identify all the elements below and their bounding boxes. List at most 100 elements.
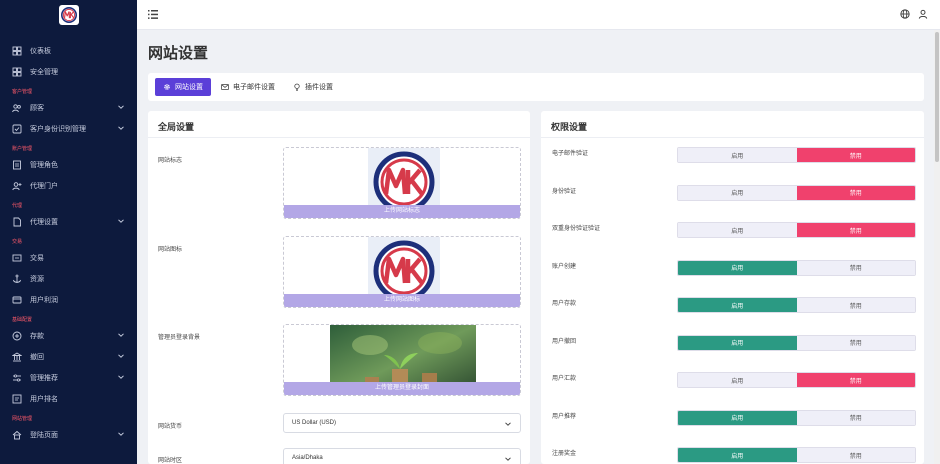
bulb-icon xyxy=(294,83,300,91)
tab-label: 插件设置 xyxy=(305,84,333,91)
disable-option[interactable]: 禁用 xyxy=(796,223,915,237)
permission-toggle: 启用 禁用 xyxy=(677,297,916,313)
id-check-icon xyxy=(12,124,22,133)
sidebar-item[interactable]: 用户利润 xyxy=(0,289,137,310)
enable-option[interactable]: 启用 xyxy=(678,148,797,162)
chevron-down-icon xyxy=(118,333,124,337)
site-icon-upload[interactable]: 上传网站图标 xyxy=(283,236,521,308)
user-icon[interactable] xyxy=(918,9,928,19)
page-title: 网站设置 xyxy=(148,45,209,62)
upload-login-cover-button[interactable]: 上传管理员登录封面 xyxy=(284,382,520,395)
sidebar-item[interactable]: 仪表板 xyxy=(0,40,137,61)
sidebar-item-label: 交易 xyxy=(30,254,44,262)
chevron-down-icon xyxy=(118,432,124,436)
settings-tabs: 网站设置 电子邮件设置 插件设置 xyxy=(148,73,924,101)
sidebar-item[interactable]: 安全管理 xyxy=(0,61,137,82)
users-icon xyxy=(12,103,21,112)
transfer-icon xyxy=(12,254,22,261)
sidebar-item-label: 撤回 xyxy=(30,353,44,361)
site-logo-upload[interactable]: 上传网站标志 xyxy=(283,147,521,219)
sidebar-item[interactable]: 存款 xyxy=(0,325,137,346)
enable-option[interactable]: 启用 xyxy=(678,335,797,350)
sidebar-item-label: 顾客 xyxy=(30,104,44,112)
sidebar-section-title: 客户管理 xyxy=(12,89,33,95)
sidebar-item[interactable]: 管理角色 xyxy=(0,154,137,175)
sidebar-item[interactable]: 登陆页面 xyxy=(0,424,137,445)
enable-option[interactable]: 启用 xyxy=(678,298,797,312)
permission-toggle: 启用 禁用 xyxy=(677,334,916,351)
chevron-down-icon xyxy=(118,105,124,109)
sidebar-item[interactable]: 客户身份识别管理 xyxy=(0,118,137,139)
disable-option[interactable]: 禁用 xyxy=(796,410,915,425)
sidebar-item-label: 仪表板 xyxy=(30,47,51,55)
tab-plugin-settings[interactable]: 插件设置 xyxy=(285,78,341,96)
sidebar-item[interactable]: 代理门户 xyxy=(0,175,137,196)
sidebar-item[interactable]: 顾客 xyxy=(0,97,137,118)
tab-email-settings[interactable]: 电子邮件设置 xyxy=(213,78,283,96)
sidebar-nav: 仪表板 安全管理 客户管理 顾客 客户身份识别管理 账户管理 管理角色 代理门户 代理 代理设置交… xyxy=(0,30,137,445)
currency-select[interactable]: US Dollar (USD) xyxy=(283,413,521,433)
disable-option[interactable]: 禁用 xyxy=(796,298,915,312)
permission-label: 电子邮件验证 xyxy=(552,151,589,157)
timezone-select[interactable]: Asia/Dhaka xyxy=(283,448,521,464)
enable-option[interactable]: 启用 xyxy=(678,223,797,237)
disable-option[interactable]: 禁用 xyxy=(796,373,915,387)
upload-logo-button[interactable]: 上传网站标志 xyxy=(284,205,520,218)
sidebar-item[interactable]: 管理推荐 xyxy=(0,367,137,388)
admin-login-bg-upload[interactable]: 上传管理员登录封面 xyxy=(283,324,521,396)
permission-toggle: 启用 禁用 xyxy=(677,184,916,201)
plus-circle-icon xyxy=(12,331,22,340)
menu-icon[interactable] xyxy=(148,10,158,19)
permission-label: 账户创建 xyxy=(552,263,577,270)
sidebar-section-title: 网站管理 xyxy=(12,416,33,422)
disable-option[interactable]: 禁用 xyxy=(796,260,915,275)
sidebar-section-title: 基础配置 xyxy=(12,317,33,323)
permission-label: 注册奖金 xyxy=(552,451,577,457)
sidebar-item[interactable]: 撤回 xyxy=(0,346,137,367)
enable-option[interactable]: 启用 xyxy=(678,260,797,275)
permission-label: 用户撤回 xyxy=(552,338,577,345)
timezone-value: Asia/Dhaka xyxy=(292,455,323,461)
tab-site-settings[interactable]: 网站设置 xyxy=(155,78,211,96)
brand-logo[interactable] xyxy=(58,5,79,25)
disable-option[interactable]: 禁用 xyxy=(796,148,915,162)
card-icon xyxy=(12,296,22,303)
disable-option[interactable]: 禁用 xyxy=(796,185,915,200)
tab-label: 网站设置 xyxy=(175,84,203,91)
site-icon-label: 网站图标 xyxy=(158,247,183,253)
timezone-label: 网站时区 xyxy=(158,458,183,464)
sidebar-item[interactable]: 资源 xyxy=(0,268,137,289)
permission-settings-card: 权限设置 电子邮件验证 启用 禁用 身份验证 启用 禁用 双重身份验证验证 启用 禁用 账户创建启… xyxy=(541,111,924,464)
sidebar-item-label: 存款 xyxy=(30,332,44,340)
sidebar-item-label: 用户排名 xyxy=(30,395,58,403)
document-icon xyxy=(13,160,21,169)
globe-icon[interactable] xyxy=(900,9,910,19)
upload-icon-button[interactable]: 上传网站图标 xyxy=(284,294,520,307)
sidebar-item[interactable]: 交易 xyxy=(0,247,137,268)
sidebar-item[interactable]: 用户排名 xyxy=(0,388,137,409)
chevron-down-icon xyxy=(505,457,511,461)
home-icon xyxy=(12,430,22,439)
sidebar-item-label: 用户利润 xyxy=(30,296,58,304)
site-logo-label: 网站标志 xyxy=(158,158,183,164)
sidebar-item-label: 客户身份识别管理 xyxy=(30,125,86,133)
sidebar-item-label: 资源 xyxy=(30,275,44,283)
page-scrollbar[interactable] xyxy=(934,30,940,464)
grid-icon xyxy=(12,67,22,76)
global-settings-card: 全局设置 网站标志 上传网站标志 网站图标 上传网站图标 管理员登录背景 上传管… xyxy=(148,111,530,464)
sidebar-section-title: 账户管理 xyxy=(12,146,33,152)
gear-icon xyxy=(164,84,170,90)
currency-label: 网站货币 xyxy=(158,424,183,430)
mk-logo-icon xyxy=(60,7,77,23)
sidebar-section-title: 交易 xyxy=(12,239,23,245)
scrollbar-thumb[interactable] xyxy=(935,32,939,162)
enable-option[interactable]: 启用 xyxy=(678,448,797,462)
disable-option[interactable]: 禁用 xyxy=(796,448,915,462)
enable-option[interactable]: 启用 xyxy=(678,185,797,200)
sidebar-item[interactable]: 代理设置 xyxy=(0,211,137,232)
permission-label: 用户汇款 xyxy=(552,376,577,382)
sidebar-item-label: 登陆页面 xyxy=(30,431,58,439)
enable-option[interactable]: 启用 xyxy=(678,373,797,387)
disable-option[interactable]: 禁用 xyxy=(796,335,915,350)
enable-option[interactable]: 启用 xyxy=(678,410,797,425)
